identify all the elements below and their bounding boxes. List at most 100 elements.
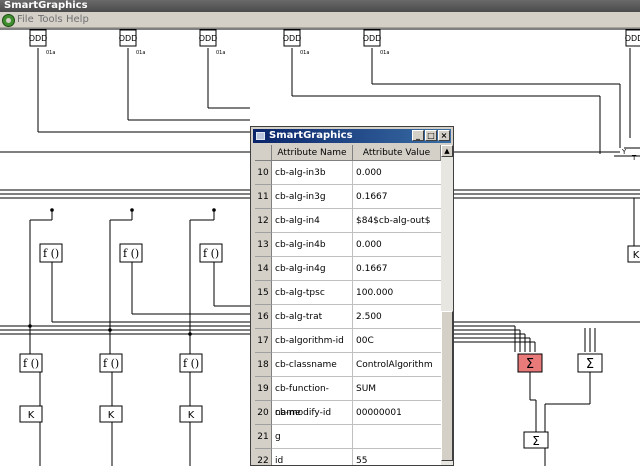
attribute-name-cell[interactable]: cb-function-name (272, 377, 353, 418)
row-number: 16 (255, 305, 272, 329)
row-number: 11 (255, 185, 272, 209)
table-row[interactable]: 21 g (255, 425, 441, 449)
svg-text:f (): f () (23, 357, 39, 370)
scroll-up-arrow-icon[interactable]: ▲ (441, 145, 453, 157)
sum-block-selected: Σ (517, 353, 543, 373)
table-row[interactable]: 13 cb-alg-in4b 0.000 (255, 233, 441, 257)
row-number: 18 (255, 353, 272, 377)
k-block: K (99, 405, 123, 423)
svg-text:Σ: Σ (526, 357, 534, 372)
table-row[interactable]: 16 cb-alg-trat 2.500 (255, 305, 441, 329)
svg-text:Σ: Σ (586, 357, 594, 372)
junction-dots (28, 208, 216, 336)
svg-text:f (): f () (103, 357, 119, 370)
attribute-name-cell[interactable]: cb-modify-id (272, 401, 353, 425)
attribute-name-cell[interactable]: cb-alg-tpsc (272, 281, 353, 305)
attribute-name-cell[interactable]: cb-classname (272, 353, 353, 377)
attribute-value-cell[interactable]: 0.000 (353, 161, 441, 185)
table-row[interactable]: 18 cb-classname ControlAlgorithm (255, 353, 441, 377)
row-number: 17 (255, 329, 272, 353)
odd-block: ODD 01a (283, 29, 309, 56)
svg-text:Σ: Σ (532, 434, 540, 448)
svg-text:f (): f () (183, 357, 199, 370)
table-row[interactable]: 15 cb-alg-tpsc 100.000 (255, 281, 441, 305)
app-icon[interactable] (2, 14, 15, 27)
vertical-scrollbar[interactable]: ▲ (441, 145, 453, 465)
attribute-value-cell[interactable]: 0.1667 (353, 185, 441, 209)
close-button[interactable]: × (438, 130, 450, 141)
row-number: 20 (255, 401, 272, 425)
attribute-dialog: SmartGraphics _ □ × Attribute Name Attri… (250, 126, 454, 466)
sum-block: Σ (523, 431, 549, 449)
attribute-grid[interactable]: Attribute Name Attribute Value 10 cb-alg… (255, 145, 441, 465)
svg-text:K: K (188, 410, 195, 421)
table-row[interactable]: 12 cb-alg-in4 $84$cb-alg-out$ (255, 209, 441, 233)
attribute-name-cell[interactable]: cb-alg-in4g (272, 257, 353, 281)
attribute-name-cell[interactable]: id (272, 449, 353, 465)
table-row[interactable]: 11 cb-alg-in3g 0.1667 (255, 185, 441, 209)
row-number: 13 (255, 233, 272, 257)
attribute-value-cell[interactable] (353, 425, 441, 449)
attribute-value-cell[interactable]: 0.000 (353, 233, 441, 257)
minimize-button[interactable]: _ (412, 130, 424, 141)
maximize-button[interactable]: □ (425, 130, 437, 141)
attribute-value-cell[interactable]: $84$cb-alg-out$ (353, 209, 441, 233)
odd-label: ODD (199, 34, 218, 43)
table-row[interactable]: 17 cb-algorithm-id 00C (255, 329, 441, 353)
attribute-value-cell[interactable]: ControlAlgorithm (353, 353, 441, 377)
svg-text:K: K (108, 410, 115, 421)
func-block: f () (119, 243, 143, 263)
odd-label: ODD (29, 34, 48, 43)
attribute-value-cell[interactable]: 00C (353, 329, 441, 353)
row-number: 14 (255, 257, 272, 281)
attribute-value-cell[interactable]: SUM (353, 377, 441, 401)
y-t-marker: Y T (614, 148, 640, 162)
func-block: f () (19, 353, 43, 373)
y-label: Y (621, 148, 627, 156)
odd-blocks: ODD 01a ODD 01a ODD 01a ODD 01a ODD 01a … (29, 29, 640, 56)
attribute-value-cell[interactable]: 0.1667 (353, 257, 441, 281)
odd-label: ODD (283, 34, 302, 43)
scroll-thumb[interactable] (441, 311, 453, 461)
menu-file[interactable]: File (17, 12, 34, 27)
menu-tools[interactable]: Tools (38, 12, 63, 27)
func-block: f () (179, 353, 203, 373)
attribute-name-cell[interactable]: cb-alg-in4b (272, 233, 353, 257)
table-row[interactable]: 22 id 55 (255, 449, 441, 465)
table-row[interactable]: 10 cb-alg-in3b 0.000 (255, 161, 441, 185)
odd-block: ODD 01a (29, 29, 55, 56)
k-block: K (179, 405, 203, 423)
table-row[interactable]: 20 cb-modify-id 00000001 (255, 401, 441, 425)
attribute-name-cell[interactable]: cb-alg-trat (272, 305, 353, 329)
odd-sublabel: 01a (46, 50, 55, 56)
attribute-name-cell[interactable]: cb-alg-in3g (272, 185, 353, 209)
func-block: f () (39, 243, 63, 263)
col-header-value[interactable]: Attribute Value (353, 145, 441, 161)
attribute-value-cell[interactable]: 55 (353, 449, 441, 465)
row-number: 21 (255, 425, 272, 449)
t-label: T (631, 154, 637, 162)
attribute-name-cell[interactable]: g (272, 425, 353, 449)
k-block: K (19, 405, 43, 423)
header-corner (255, 145, 272, 161)
attribute-value-cell[interactable]: 2.500 (353, 305, 441, 329)
sum-block: Σ (577, 353, 603, 373)
app-title: SmartGraphics (4, 0, 88, 11)
odd-block: ODD 01a (119, 29, 145, 56)
func-block: f () (99, 353, 123, 373)
row-number: 15 (255, 281, 272, 305)
attribute-name-cell[interactable]: cb-algorithm-id (272, 329, 353, 353)
attribute-value-cell[interactable]: 100.000 (353, 281, 441, 305)
odd-sublabel: 01a (136, 50, 145, 56)
table-row[interactable]: 19 cb-function-name SUM (255, 377, 441, 418)
attribute-value-cell[interactable]: 00000001 (353, 401, 441, 425)
attribute-name-cell[interactable]: cb-alg-in4 (272, 209, 353, 233)
app-titlebar: SmartGraphics (0, 0, 640, 12)
dialog-title: SmartGraphics (269, 130, 353, 141)
odd-sublabel: 01a (216, 50, 225, 56)
attribute-name-cell[interactable]: cb-alg-in3b (272, 161, 353, 185)
col-header-name[interactable]: Attribute Name (272, 145, 353, 161)
table-row[interactable]: 14 cb-alg-in4g 0.1667 (255, 257, 441, 281)
dialog-titlebar[interactable]: SmartGraphics _ □ × (253, 129, 451, 143)
menu-help[interactable]: Help (66, 12, 89, 27)
